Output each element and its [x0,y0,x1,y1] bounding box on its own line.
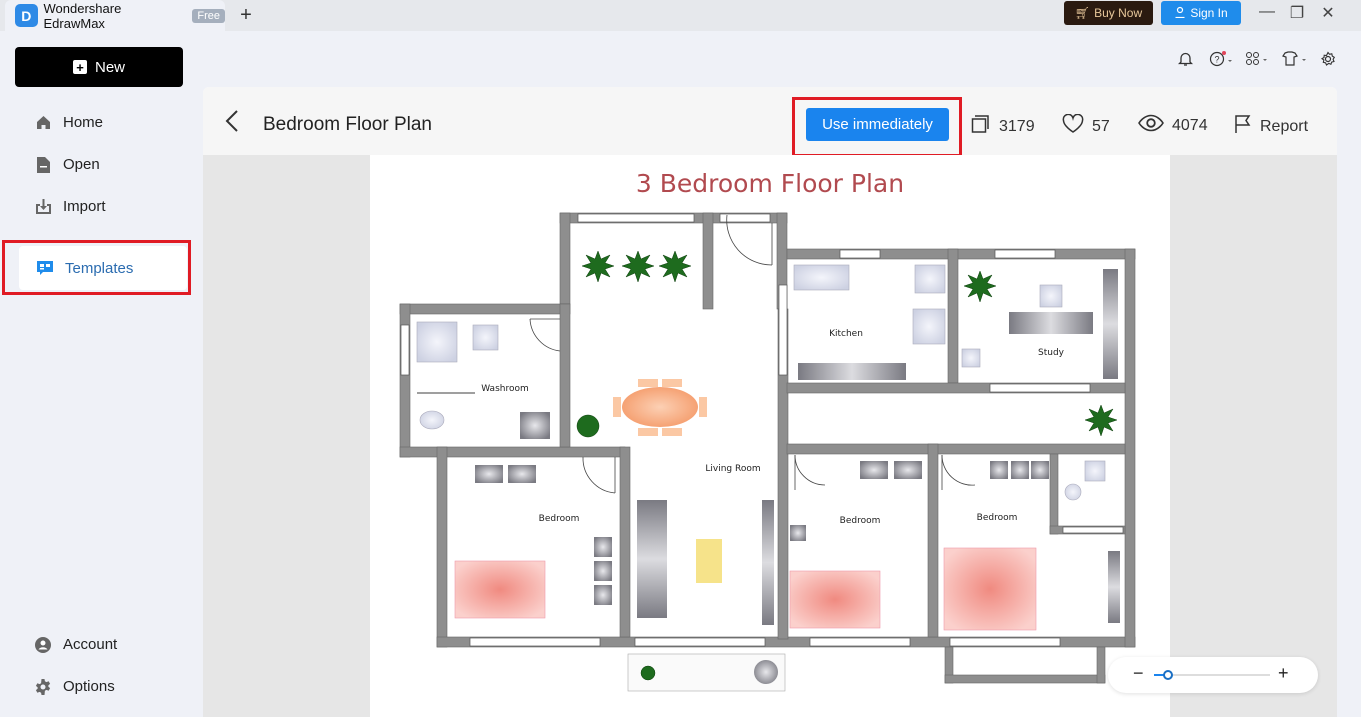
sidebar-item-home[interactable]: Home [35,114,103,131]
floor-plan-preview: 3 Bedroom Floor Plan Washroom Kitchen St… [370,155,1170,717]
likes-count: 57 [1092,117,1110,135]
restore-icon[interactable]: ❐ [1287,3,1307,23]
sign-in-label: Sign In [1190,6,1228,20]
copies-stat[interactable]: 3179 [971,114,1035,139]
room-label-living-room: Living Room [705,464,760,474]
title-bar: D Wondershare EdrawMax Free + 🛒︎ Buy Now… [0,0,1361,31]
settings-gear-icon[interactable] [1320,49,1336,69]
page-title: Bedroom Floor Plan [263,114,432,135]
sidebar-item-label: Templates [65,259,134,277]
account-icon [35,636,51,653]
room-label-washroom: Washroom [481,384,529,394]
apps-grid-icon[interactable] [1245,49,1271,69]
template-header: Bedroom Floor Plan Use immediately 3179 … [203,87,1337,157]
new-button[interactable]: + New [15,47,183,87]
report-label: Report [1260,117,1309,135]
notification-bell-icon[interactable] [1178,49,1193,69]
template-detail-panel: Bedroom Floor Plan Use immediately 3179 … [203,87,1337,717]
sidebar-item-import[interactable]: Import [35,198,106,215]
sidebar-item-label: Home [63,114,104,131]
zoom-control: − + [1108,657,1318,693]
buy-now-label: Buy Now [1094,6,1143,20]
copy-icon [971,114,991,139]
help-icon[interactable]: ? [1209,49,1233,69]
templates-icon [37,260,53,276]
copies-count: 3179 [999,117,1035,135]
heart-icon [1062,113,1084,139]
gear-icon [35,678,51,695]
home-icon [35,115,51,131]
flag-icon [1234,114,1252,139]
import-icon [35,199,51,215]
room-label-bedroom: Bedroom [539,514,580,524]
sidebar-item-templates[interactable]: Templates [19,246,187,290]
zoom-slider[interactable] [1154,670,1270,680]
file-icon [35,156,51,173]
room-label-bedroom: Bedroom [977,513,1018,523]
room-label-bedroom: Bedroom [840,516,881,526]
cart-icon: 🛒︎ [1074,6,1091,20]
theme-shirt-icon[interactable] [1281,49,1309,69]
views-count: 4074 [1172,116,1208,134]
plus-icon: + [72,60,87,74]
use-immediately-button[interactable]: Use immediately [806,108,949,141]
zoom-slider-thumb[interactable] [1163,670,1173,680]
sidebar-item-label: Import [63,198,106,215]
sidebar-item-options[interactable]: Options [35,678,115,695]
room-label-kitchen: Kitchen [829,329,863,339]
buy-now-button[interactable]: 🛒︎ Buy Now [1064,1,1153,25]
views-stat: 4074 [1138,114,1208,137]
room-label-study: Study [1038,348,1065,358]
app-tab[interactable]: D Wondershare EdrawMax Free [5,0,225,31]
new-label: New [94,58,125,76]
sidebar-item-label: Open [63,156,100,173]
zoom-in-button[interactable]: + [1278,663,1289,684]
edrawmax-logo-icon: D [15,4,38,27]
svg-text:?: ? [1214,55,1219,65]
sidebar-item-label: Options [63,678,115,695]
template-preview-area: 3 Bedroom Floor Plan Washroom Kitchen St… [203,155,1337,717]
eye-icon [1138,114,1164,137]
sign-in-button[interactable]: Sign In [1161,1,1241,25]
free-badge: Free [192,8,225,23]
templates-highlight-box: Templates [2,240,191,295]
likes-stat[interactable]: 57 [1062,113,1110,139]
report-button[interactable]: Report [1234,114,1308,139]
back-arrow-icon[interactable] [225,109,239,140]
minimize-icon[interactable]: — [1257,3,1277,21]
floor-plan-drawing: Washroom Kitchen Study Living Room Bedro… [399,212,1136,692]
user-icon [1174,6,1186,21]
zoom-out-button[interactable]: − [1133,663,1144,684]
close-icon[interactable]: ✕ [1318,3,1338,23]
new-tab-button[interactable]: + [236,4,256,27]
sidebar-item-label: Account [63,636,118,653]
app-name: Wondershare EdrawMax [43,0,122,31]
sidebar-item-open[interactable]: Open [35,156,100,173]
sidebar-item-account[interactable]: Account [35,636,117,653]
